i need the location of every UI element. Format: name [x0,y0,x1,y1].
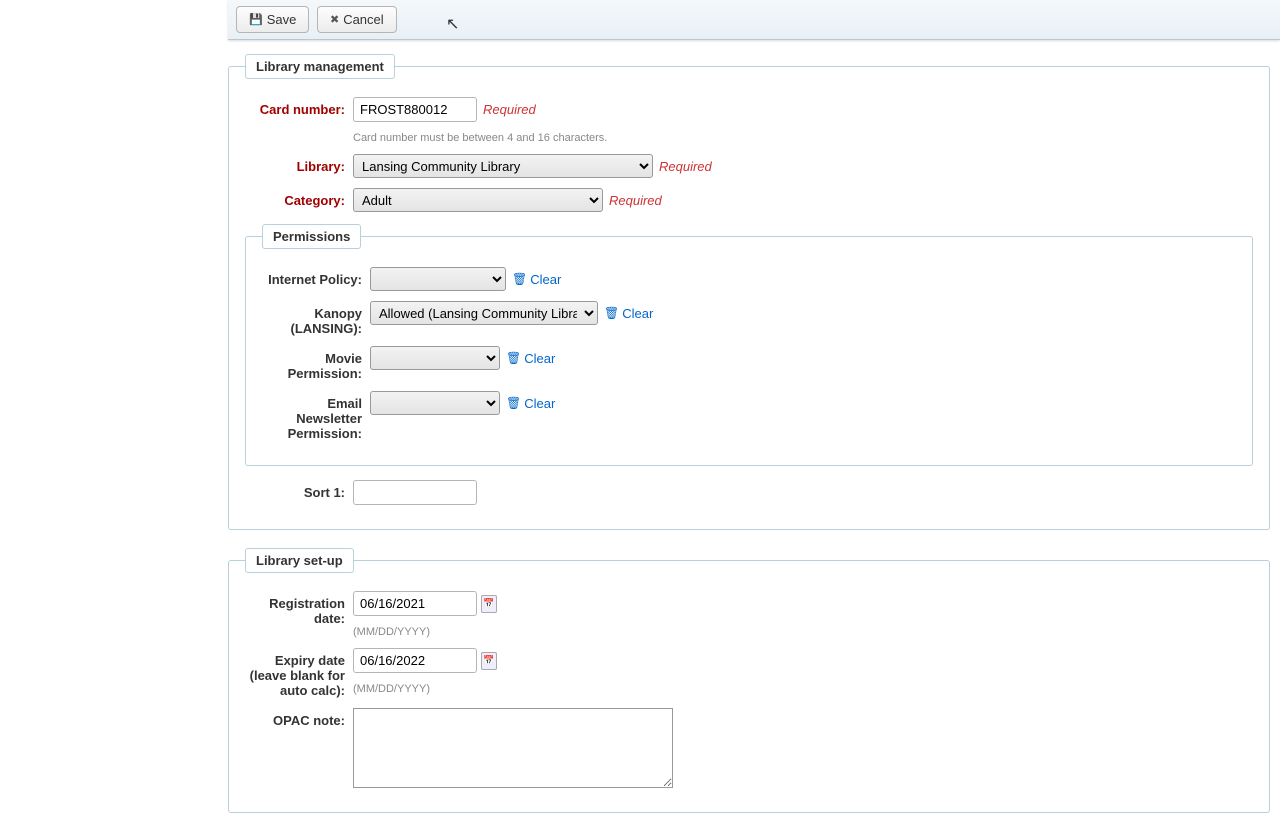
required-tag: Required [659,159,712,174]
row-registration-date: Registration date: 📅 (MM/DD/YYYY) [241,591,1257,638]
row-opac-note: OPAC note: [241,708,1257,788]
label-sort1: Sort 1: [241,480,353,500]
label-category: Category: [241,188,353,208]
toolbar: 💾 Save ✖ Cancel ↖ [228,0,1280,40]
required-tag: Required [483,102,536,117]
cancel-label: Cancel [343,12,383,27]
clear-internet-policy-link[interactable]: 🗑 Clear [512,272,561,287]
trash-icon: 🗑 [506,396,521,410]
trash-icon: 🗑 [604,306,619,320]
row-kanopy: Kanopy (LANSING): Allowed (Lansing Commu… [258,301,1240,336]
movie-select[interactable] [370,346,500,370]
label-registration-date: Registration date: [241,591,353,626]
cursor-icon: ↖ [446,14,459,34]
opac-note-textarea[interactable] [353,708,673,788]
expiry-date-input[interactable] [353,648,477,673]
calendar-icon[interactable]: 📅 [481,595,497,613]
clear-kanopy-link[interactable]: 🗑 Clear [604,306,653,321]
permissions-legend: Permissions [262,224,361,249]
row-expiry-date: Expiry date (leave blank for auto calc):… [241,648,1257,698]
label-email-newsletter: Email Newsletter Permission: [258,391,370,441]
row-library: Library: Lansing Community Library Requi… [241,154,1257,178]
library-management-fieldset: Library management Card number: Required… [228,54,1270,530]
label-movie: Movie Permission: [258,346,370,381]
save-icon: 💾 [249,13,263,26]
trash-icon: 🗑 [506,351,521,365]
library-management-legend: Library management [245,54,395,79]
category-select[interactable]: Adult [353,188,603,212]
required-tag: Required [609,193,662,208]
row-category: Category: Adult Required [241,188,1257,212]
save-label: Save [267,12,297,27]
internet-policy-select[interactable] [370,267,506,291]
email-newsletter-select[interactable] [370,391,500,415]
row-card-number: Card number: Required Card number must b… [241,97,1257,144]
permissions-fieldset: Permissions Internet Policy: 🗑 Clear Kan… [245,224,1253,466]
library-select[interactable]: Lansing Community Library [353,154,653,178]
clear-label: Clear [622,306,653,321]
close-icon: ✖ [330,13,339,26]
label-expiry-date: Expiry date (leave blank for auto calc): [241,648,353,698]
row-internet-policy: Internet Policy: 🗑 Clear [258,267,1240,291]
save-button[interactable]: 💾 Save [236,6,309,33]
library-setup-legend: Library set-up [245,548,354,573]
content-area: Library management Card number: Required… [228,54,1280,813]
cancel-button[interactable]: ✖ Cancel [317,6,397,33]
card-number-hint: Card number must be between 4 and 16 cha… [353,132,1257,144]
trash-icon: 🗑 [512,272,527,286]
sort1-input[interactable] [353,480,477,505]
row-email-newsletter: Email Newsletter Permission: 🗑 Clear [258,391,1240,441]
calendar-icon[interactable]: 📅 [481,652,497,670]
label-opac-note: OPAC note: [241,708,353,728]
label-library: Library: [241,154,353,174]
clear-email-newsletter-link[interactable]: 🗑 Clear [506,396,555,411]
row-sort1: Sort 1: [241,480,1257,505]
clear-label: Clear [524,396,555,411]
clear-label: Clear [530,272,561,287]
label-card-number: Card number: [241,97,353,117]
expiry-date-hint: (MM/DD/YYYY) [353,683,1257,695]
registration-date-hint: (MM/DD/YYYY) [353,626,1257,638]
kanopy-select[interactable]: Allowed (Lansing Community Library) [370,301,598,325]
clear-movie-link[interactable]: 🗑 Clear [506,351,555,366]
clear-label: Clear [524,351,555,366]
registration-date-input[interactable] [353,591,477,616]
card-number-input[interactable] [353,97,477,122]
row-movie: Movie Permission: 🗑 Clear [258,346,1240,381]
library-setup-fieldset: Library set-up Registration date: 📅 (MM/… [228,548,1270,813]
label-kanopy: Kanopy (LANSING): [258,301,370,336]
label-internet-policy: Internet Policy: [258,267,370,287]
